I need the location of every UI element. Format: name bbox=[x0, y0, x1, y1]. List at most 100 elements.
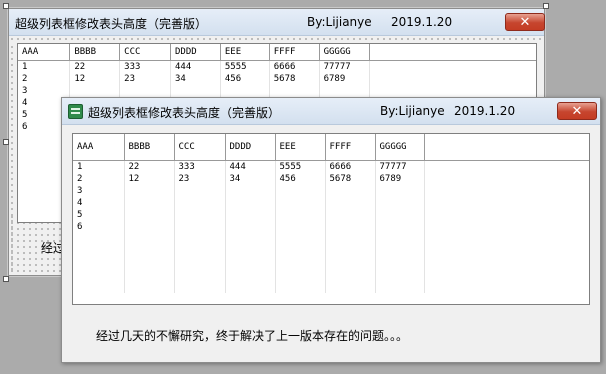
table-cell bbox=[174, 209, 226, 221]
column-header[interactable]: CCC bbox=[174, 134, 226, 161]
column-header[interactable]: FFFF bbox=[269, 44, 320, 61]
column-header[interactable]: CCC bbox=[119, 44, 171, 61]
table-cell bbox=[325, 221, 376, 233]
table-cell-filler bbox=[369, 85, 536, 97]
column-header[interactable]: FFFF bbox=[325, 134, 376, 161]
table-cell-filler bbox=[369, 61, 536, 74]
background-date-label: 2019.1.20 bbox=[391, 15, 453, 29]
empty-cell bbox=[275, 257, 326, 269]
table-cell bbox=[174, 185, 226, 197]
empty-cell bbox=[424, 245, 589, 257]
empty-cell bbox=[73, 233, 125, 245]
empty-cell bbox=[73, 269, 125, 281]
table-row[interactable]: 2 12 23 34 456 5678 6789 bbox=[73, 173, 589, 185]
table-cell-filler bbox=[424, 185, 589, 197]
table-cell bbox=[275, 209, 326, 221]
table-cell bbox=[375, 221, 425, 233]
table-row[interactable]: 4 bbox=[73, 197, 589, 209]
table-cell: 34 bbox=[225, 173, 276, 185]
table-cell: 1 bbox=[73, 160, 125, 173]
table-cell: 5 bbox=[73, 209, 125, 221]
empty-row bbox=[73, 245, 589, 257]
table-cell bbox=[225, 221, 276, 233]
empty-row bbox=[73, 233, 589, 245]
column-header[interactable]: EEE bbox=[220, 44, 270, 61]
empty-cell bbox=[424, 269, 589, 281]
background-close-button[interactable]: ✕ bbox=[505, 13, 545, 31]
empty-cell bbox=[225, 245, 276, 257]
table-cell: 2 bbox=[18, 73, 71, 85]
table-cell bbox=[225, 209, 276, 221]
table-row[interactable]: 3 bbox=[73, 185, 589, 197]
table-cell: 1 bbox=[18, 60, 71, 73]
table-cell bbox=[275, 221, 326, 233]
background-titlebar[interactable]: 超级列表框修改表头高度（完善版） By:Lijianye 2019.1.20 ✕ bbox=[9, 9, 545, 36]
resize-handle-mid-left[interactable] bbox=[3, 139, 9, 145]
empty-cell bbox=[424, 281, 589, 293]
date-label: 2019.1.20 bbox=[454, 104, 516, 118]
table-cell bbox=[124, 185, 175, 197]
table-cell: 3 bbox=[18, 85, 71, 97]
column-header[interactable]: AAA bbox=[18, 44, 71, 61]
table-cell bbox=[124, 209, 175, 221]
table-cell: 6789 bbox=[375, 173, 425, 185]
empty-cell bbox=[174, 233, 226, 245]
empty-cell bbox=[275, 281, 326, 293]
empty-cell bbox=[174, 257, 226, 269]
empty-cell bbox=[174, 281, 226, 293]
resize-handle-bottom-left[interactable] bbox=[3, 276, 9, 282]
main-titlebar[interactable]: 超级列表框修改表头高度（完善版） By:Lijianye 2019.1.20 ✕ bbox=[62, 98, 600, 125]
table-row[interactable]: 2 12 23 34 456 5678 6789 bbox=[18, 73, 536, 85]
table-row[interactable]: 1 22 333 444 5555 6666 77777 bbox=[18, 60, 536, 74]
table-cell bbox=[170, 85, 221, 97]
table-cell: 5678 bbox=[269, 73, 320, 85]
column-header[interactable]: DDDD bbox=[225, 134, 276, 161]
table-cell: 22 bbox=[124, 160, 175, 173]
table-cell bbox=[225, 185, 276, 197]
column-header[interactable]: EEE bbox=[275, 134, 326, 161]
column-header[interactable]: BBBB bbox=[124, 134, 175, 161]
empty-cell bbox=[124, 281, 175, 293]
empty-cell bbox=[325, 257, 376, 269]
empty-cell bbox=[275, 269, 326, 281]
empty-cell bbox=[375, 257, 425, 269]
close-button[interactable]: ✕ bbox=[557, 102, 597, 120]
column-header[interactable]: DDDD bbox=[170, 44, 221, 61]
empty-cell bbox=[424, 257, 589, 269]
table-row[interactable]: 5 bbox=[73, 209, 589, 221]
table-row[interactable]: 1 22 333 444 5555 6666 77777 bbox=[73, 160, 589, 174]
table-cell bbox=[124, 197, 175, 209]
table-cell: 5678 bbox=[325, 173, 376, 185]
table-cell bbox=[269, 85, 320, 97]
table-cell bbox=[375, 197, 425, 209]
table-cell bbox=[375, 209, 425, 221]
column-header[interactable]: AAA bbox=[73, 134, 125, 161]
table-cell: 12 bbox=[69, 73, 121, 85]
app-icon bbox=[68, 104, 83, 119]
table-cell bbox=[124, 221, 175, 233]
resize-handle-top-right[interactable] bbox=[543, 3, 549, 9]
table-cell: 444 bbox=[225, 160, 276, 173]
empty-cell bbox=[225, 257, 276, 269]
table-row[interactable]: 3 bbox=[18, 85, 536, 97]
empty-cell bbox=[325, 281, 376, 293]
empty-cell bbox=[325, 269, 376, 281]
resize-handle-top-left[interactable] bbox=[3, 3, 9, 9]
table-cell-filler bbox=[424, 161, 589, 174]
column-header[interactable]: GGGGG bbox=[319, 44, 370, 61]
empty-cell bbox=[174, 269, 226, 281]
table-cell: 34 bbox=[170, 73, 221, 85]
table-cell-filler bbox=[424, 209, 589, 221]
column-header[interactable]: BBBB bbox=[69, 44, 121, 61]
table-row[interactable]: 6 bbox=[73, 221, 589, 233]
table-cell: 444 bbox=[170, 60, 221, 73]
table-cell-filler bbox=[424, 197, 589, 209]
data-table: AAA BBBB CCC DDDD EEE FFFF GGGGG 1 22 333 444 5555… bbox=[73, 134, 589, 293]
table-cell: 456 bbox=[275, 173, 326, 185]
empty-row bbox=[73, 257, 589, 269]
listview[interactable]: AAA BBBB CCC DDDD EEE FFFF GGGGG 1 22 333 444 5555… bbox=[72, 133, 590, 305]
empty-cell bbox=[225, 269, 276, 281]
column-header[interactable]: GGGGG bbox=[375, 134, 425, 161]
table-cell bbox=[220, 85, 270, 97]
empty-cell bbox=[124, 233, 175, 245]
